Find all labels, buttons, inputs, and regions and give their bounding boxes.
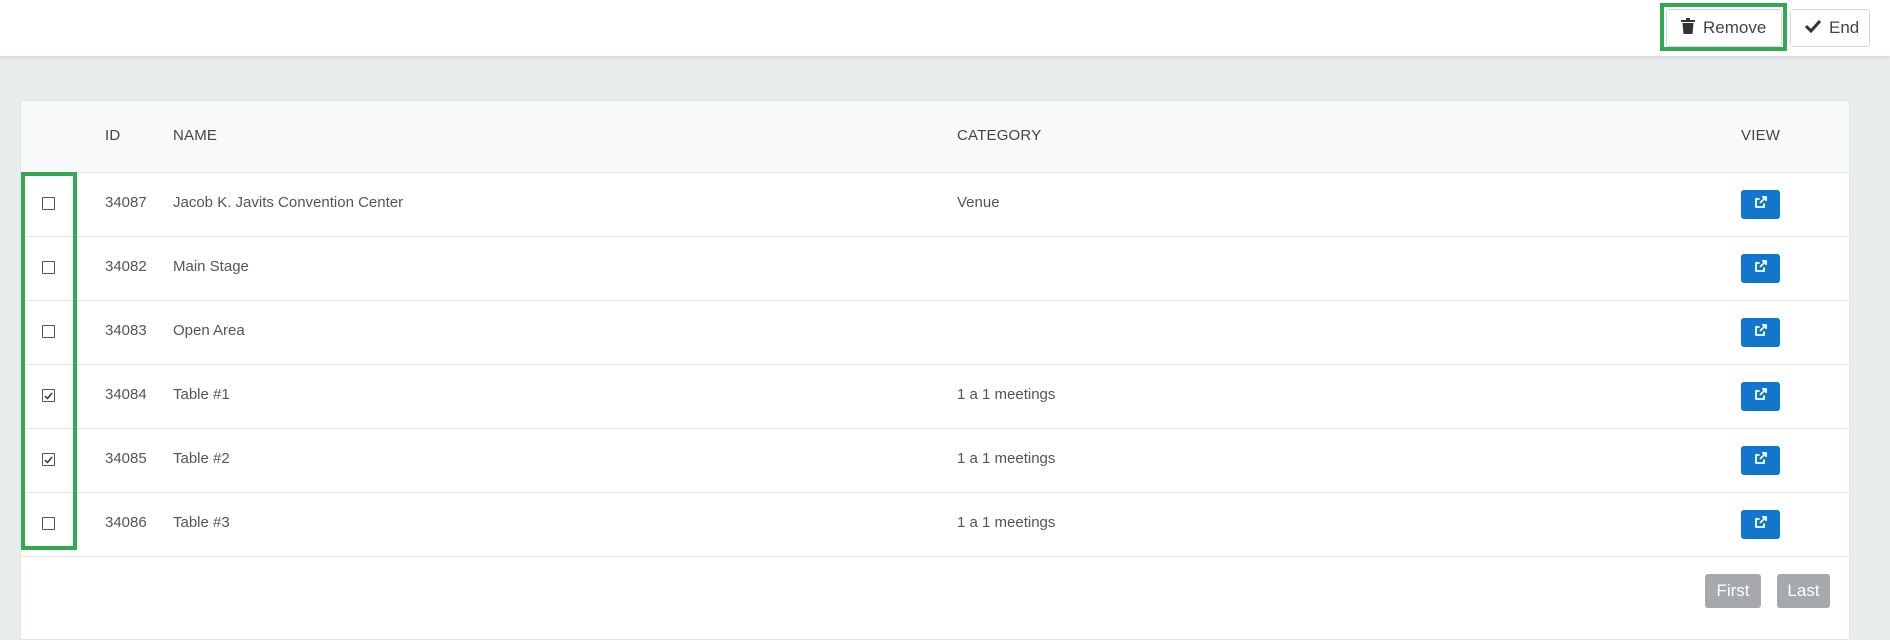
external-link-icon (1754, 323, 1768, 342)
row-name: Jacob K. Javits Convention Center (173, 194, 404, 211)
top-toolbar: Remove End (0, 0, 1890, 56)
first-page-button[interactable]: First (1705, 574, 1761, 608)
column-header-id: ID (105, 127, 121, 144)
row-checkbox[interactable] (42, 517, 55, 530)
row-name: Open Area (173, 322, 245, 339)
remove-button[interactable]: Remove (1666, 9, 1782, 47)
table-row: 34086 Table #3 1 a 1 meetings (21, 493, 1849, 557)
row-id: 34087 (105, 194, 147, 211)
view-button[interactable] (1741, 254, 1780, 283)
external-link-icon (1754, 515, 1768, 534)
row-id: 34085 (105, 450, 147, 467)
table-row: 34085 Table #2 1 a 1 meetings (21, 429, 1849, 493)
row-checkbox[interactable] (42, 453, 55, 466)
row-id: 34082 (105, 258, 147, 275)
row-category: Venue (957, 194, 1000, 211)
table-row: 34083 Open Area (21, 301, 1849, 365)
column-header-category: CATEGORY (957, 127, 1042, 144)
row-category: 1 a 1 meetings (957, 450, 1056, 467)
end-button[interactable]: End (1790, 9, 1870, 47)
row-name: Table #1 (173, 386, 230, 403)
end-button-label: End (1829, 18, 1860, 37)
row-checkbox[interactable] (42, 261, 55, 274)
table-header: ID NAME CATEGORY VIEW (21, 101, 1849, 173)
records-table-card: ID NAME CATEGORY VIEW 34087 Jacob K. Javi… (20, 100, 1850, 640)
remove-button-label: Remove (1703, 18, 1767, 37)
row-checkbox[interactable] (42, 325, 55, 338)
table-row: 34087 Jacob K. Javits Convention Center Ve… (21, 173, 1849, 237)
check-icon (1804, 18, 1822, 38)
view-button[interactable] (1741, 510, 1780, 539)
row-name: Table #3 (173, 514, 230, 531)
external-link-icon (1754, 195, 1768, 214)
view-button[interactable] (1741, 190, 1780, 219)
row-id: 34084 (105, 386, 147, 403)
view-button[interactable] (1741, 382, 1780, 411)
row-id: 34083 (105, 322, 147, 339)
last-page-button[interactable]: Last (1777, 574, 1830, 608)
external-link-icon (1754, 451, 1768, 470)
row-checkbox[interactable] (42, 197, 55, 210)
trash-icon (1681, 17, 1695, 39)
table-row: 34084 Table #1 1 a 1 meetings (21, 365, 1849, 429)
table-row: 34082 Main Stage (21, 237, 1849, 301)
view-button[interactable] (1741, 446, 1780, 475)
column-header-view: VIEW (1741, 127, 1781, 144)
view-button[interactable] (1741, 318, 1780, 347)
column-header-name: NAME (173, 127, 218, 144)
row-name: Table #2 (173, 450, 230, 467)
row-checkbox[interactable] (42, 389, 55, 402)
row-name: Main Stage (173, 258, 249, 275)
row-category: 1 a 1 meetings (957, 514, 1056, 531)
row-category: 1 a 1 meetings (957, 386, 1056, 403)
external-link-icon (1754, 259, 1768, 278)
row-id: 34086 (105, 514, 147, 531)
external-link-icon (1754, 387, 1768, 406)
